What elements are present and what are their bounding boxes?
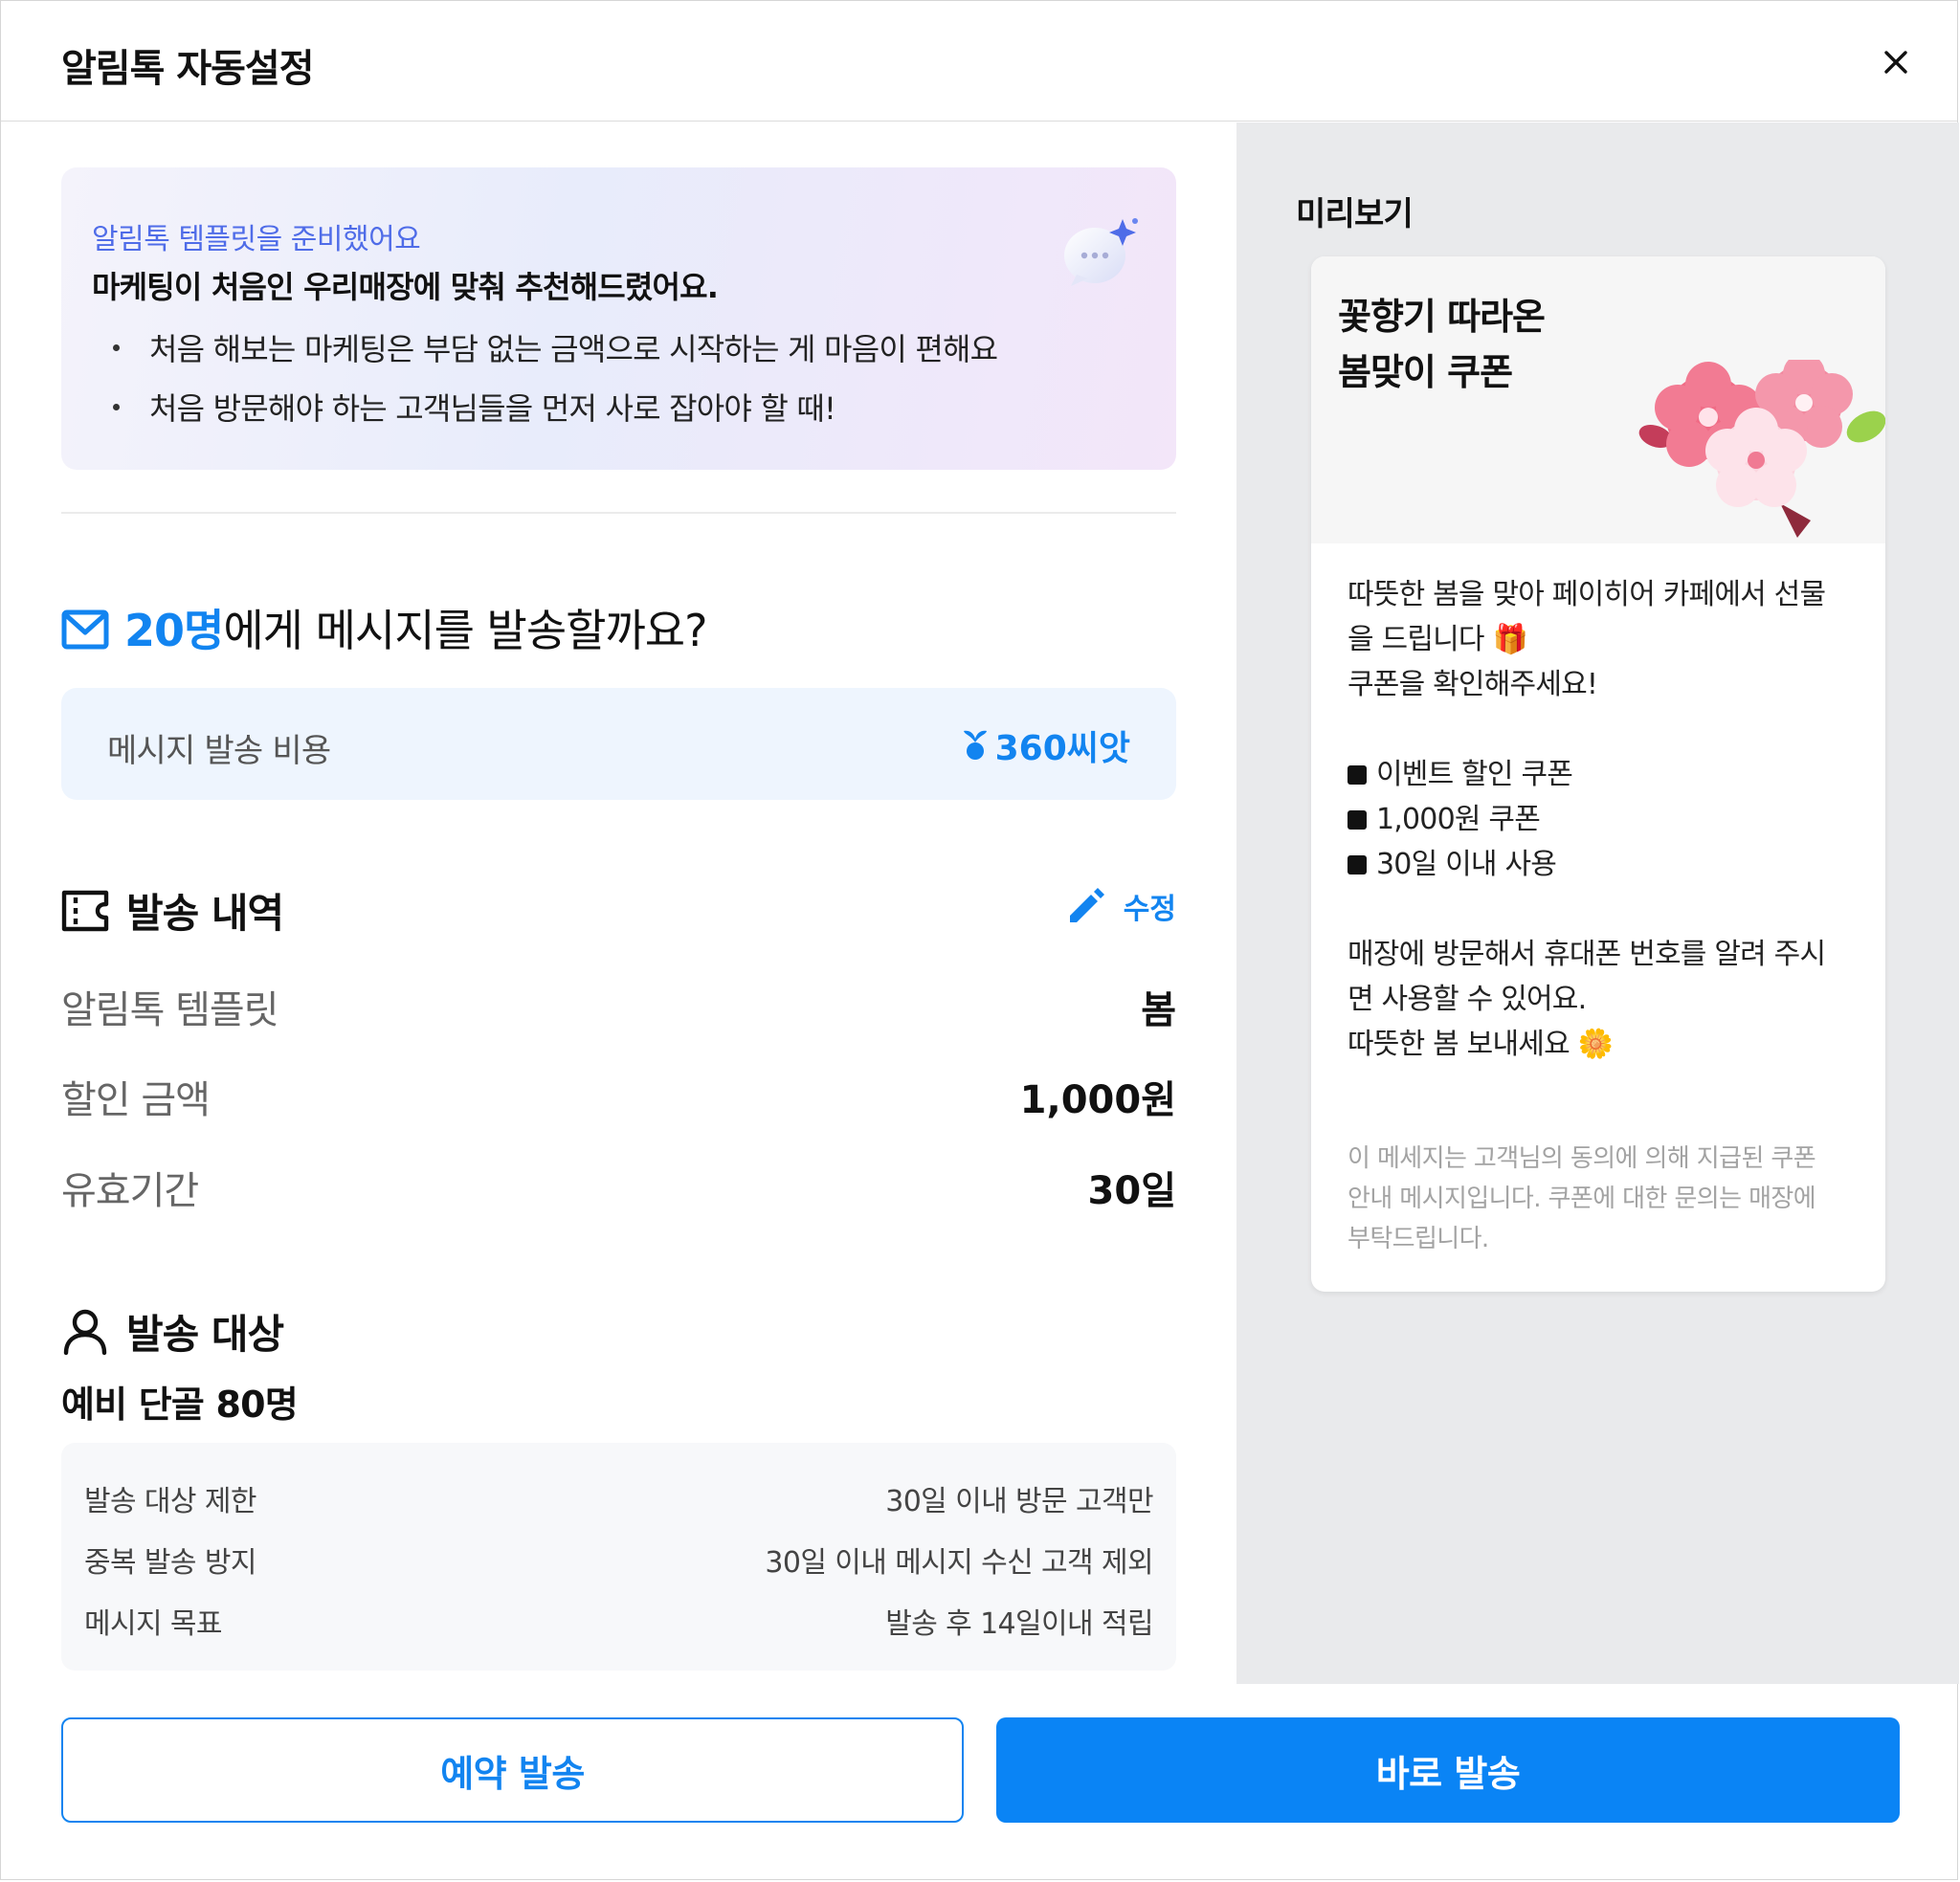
condition-key: 메시지 목표 — [84, 1607, 223, 1641]
edit-label: 수정 — [1123, 893, 1176, 926]
disclaimer-text: 부탁드립니다. — [1348, 1225, 1489, 1253]
mail-icon — [61, 609, 109, 650]
disclaimer-text: 이 메세지는 고객님의 동의에 의해 지급된 쿠폰 — [1348, 1144, 1816, 1173]
target-heading: 발송 대상 — [61, 1302, 284, 1361]
card-list-text: 이벤트 할인 쿠폰 — [1376, 758, 1573, 791]
card-text: 쿠폰을 확인해주세요! — [1348, 668, 1598, 701]
send-question: 20명에게 메시지를 발송할까요? — [61, 596, 708, 659]
detail-row-validity: 유효기간 30일 — [61, 1160, 1176, 1217]
condition-row: 중복 발송 방지 30일 이내 메시지 수신 고객 제외 — [84, 1539, 1154, 1580]
condition-key: 발송 대상 제한 — [84, 1485, 256, 1518]
edit-button[interactable]: 수정 — [1066, 885, 1176, 927]
cost-label: 메시지 발송 비용 — [107, 732, 331, 770]
send-question-text: 에게 메시지를 발송할까요? — [223, 605, 707, 656]
card-title: 꽃향기 따라온 봄맞이 쿠폰 — [1338, 289, 1546, 400]
condition-value: 발송 후 14일이내 적립 — [885, 1607, 1153, 1641]
close-icon[interactable] — [1875, 41, 1917, 83]
details-title: 발송 내역 — [126, 890, 284, 937]
message-preview-card: 꽃향기 따라온 봄맞이 쿠폰 따뜻한 봄을 맞아 페이히어 카페에서 선물 을 … — [1311, 256, 1885, 1292]
detail-key: 알림톡 템플릿 — [61, 988, 279, 1032]
details-heading: 발송 내역 — [61, 881, 284, 940]
chat-bubble-icon — [1064, 218, 1138, 286]
detail-key: 할인 금액 — [61, 1078, 211, 1122]
card-list-item: 이벤트 할인 쿠폰 — [1348, 752, 1851, 797]
cherry-blossom-icon — [1638, 360, 1885, 538]
card-header: 꽃향기 따라온 봄맞이 쿠폰 — [1311, 256, 1885, 543]
divider — [61, 512, 1176, 514]
target-conditions: 발송 대상 제한 30일 이내 방문 고객만 중복 발송 방지 30일 이내 메… — [61, 1443, 1176, 1671]
cost-box: 메시지 발송 비용 360씨앗 — [61, 688, 1176, 800]
card-text: 면 사용할 수 있어요. — [1348, 983, 1587, 1016]
modal-title: 알림톡 자동설정 — [61, 47, 315, 91]
card-text: 따뜻한 봄을 맞아 페이히어 카페에서 선물 — [1348, 578, 1826, 611]
detail-row-discount: 할인 금액 1,000원 — [61, 1069, 1176, 1126]
banner-title: 마케팅이 처음인 우리매장에 맞춰 추천해드렸어요. — [92, 269, 719, 305]
condition-value: 30일 이내 방문 고객만 — [885, 1485, 1153, 1518]
seed-icon — [963, 730, 987, 760]
card-text: 따뜻한 봄 보내세요 🌼 — [1348, 1028, 1614, 1061]
banner-bullets: 처음 해보는 마케팅은 부담 없는 금액으로 시작하는 게 마음이 편해요 처음… — [109, 325, 998, 444]
card-text: 매장에 방문해서 휴대폰 번호를 알려 주시 — [1348, 938, 1826, 971]
card-list-text: 1,000원 쿠폰 — [1376, 803, 1541, 836]
send-now-button[interactable]: 바로 발송 — [996, 1717, 1900, 1823]
card-title-line: 봄맞이 쿠폰 — [1338, 351, 1513, 393]
preview-panel: 미리보기 꽃향기 따라온 봄맞이 쿠폰 따뜻한 봄을 맞아 페이히어 카페에서 … — [1236, 122, 1959, 1684]
card-list-item: 1,000원 쿠폰 — [1348, 797, 1851, 842]
reserve-send-button[interactable]: 예약 발송 — [61, 1717, 964, 1823]
card-title-line: 꽃향기 따라온 — [1338, 296, 1546, 338]
disclaimer-text: 안내 메시지입니다. 쿠폰에 대한 문의는 매장에 — [1348, 1185, 1816, 1213]
banner-bullet: 처음 방문해야 하는 고객님들을 먼저 사로 잡아야 할 때! — [109, 385, 997, 444]
condition-value: 30일 이내 메시지 수신 고객 제외 — [765, 1546, 1153, 1580]
cost-value: 360씨앗 — [963, 720, 1130, 770]
detail-value: 30일 — [1087, 1169, 1176, 1213]
card-list-text: 30일 이내 사용 — [1376, 848, 1557, 881]
banner-subtitle: 알림톡 템플릿을 준비했어요 — [92, 223, 421, 256]
recipient-count: 20명 — [124, 605, 224, 656]
square-bullet-icon — [1348, 810, 1367, 830]
detail-row-template: 알림톡 템플릿 봄 — [61, 979, 1176, 1036]
pencil-icon — [1069, 888, 1104, 922]
person-icon — [63, 1309, 107, 1355]
detail-value: 1,000원 — [1019, 1078, 1176, 1122]
template-banner: 알림톡 템플릿을 준비했어요 마케팅이 처음인 우리매장에 맞춰 추천해드렸어요… — [61, 167, 1176, 470]
square-bullet-icon — [1348, 765, 1367, 785]
target-group-name: 예비 단골 80명 — [61, 1384, 299, 1426]
detail-key: 유효기간 — [61, 1169, 199, 1213]
banner-bullet: 처음 해보는 마케팅은 부담 없는 금액으로 시작하는 게 마음이 편해요 — [109, 325, 998, 385]
condition-key: 중복 발송 방지 — [84, 1546, 256, 1580]
detail-value: 봄 — [1141, 988, 1176, 1032]
ticket-icon — [61, 890, 109, 931]
auto-settings-modal: 알림톡 자동설정 알림톡 템플릿을 준비했어요 마케팅이 처음인 우리매장에 맞… — [0, 0, 1959, 1880]
condition-row: 메시지 목표 발송 후 14일이내 적립 — [84, 1600, 1154, 1641]
target-title: 발송 대상 — [126, 1311, 284, 1358]
modal-header: 알림톡 자동설정 — [1, 1, 1957, 122]
card-text: 을 드립니다 🎁 — [1348, 623, 1528, 656]
preview-label: 미리보기 — [1296, 195, 1414, 233]
card-body: 따뜻한 봄을 맞아 페이히어 카페에서 선물 을 드립니다 🎁 쿠폰을 확인해주… — [1348, 572, 1851, 1067]
card-list-item: 30일 이내 사용 — [1348, 842, 1851, 887]
cost-amount: 360씨앗 — [994, 729, 1130, 768]
condition-row: 발송 대상 제한 30일 이내 방문 고객만 — [84, 1477, 1154, 1518]
card-disclaimer: 이 메세지는 고객님의 동의에 의해 지급된 쿠폰 안내 메시지입니다. 쿠폰에… — [1348, 1139, 1851, 1259]
square-bullet-icon — [1348, 855, 1367, 875]
